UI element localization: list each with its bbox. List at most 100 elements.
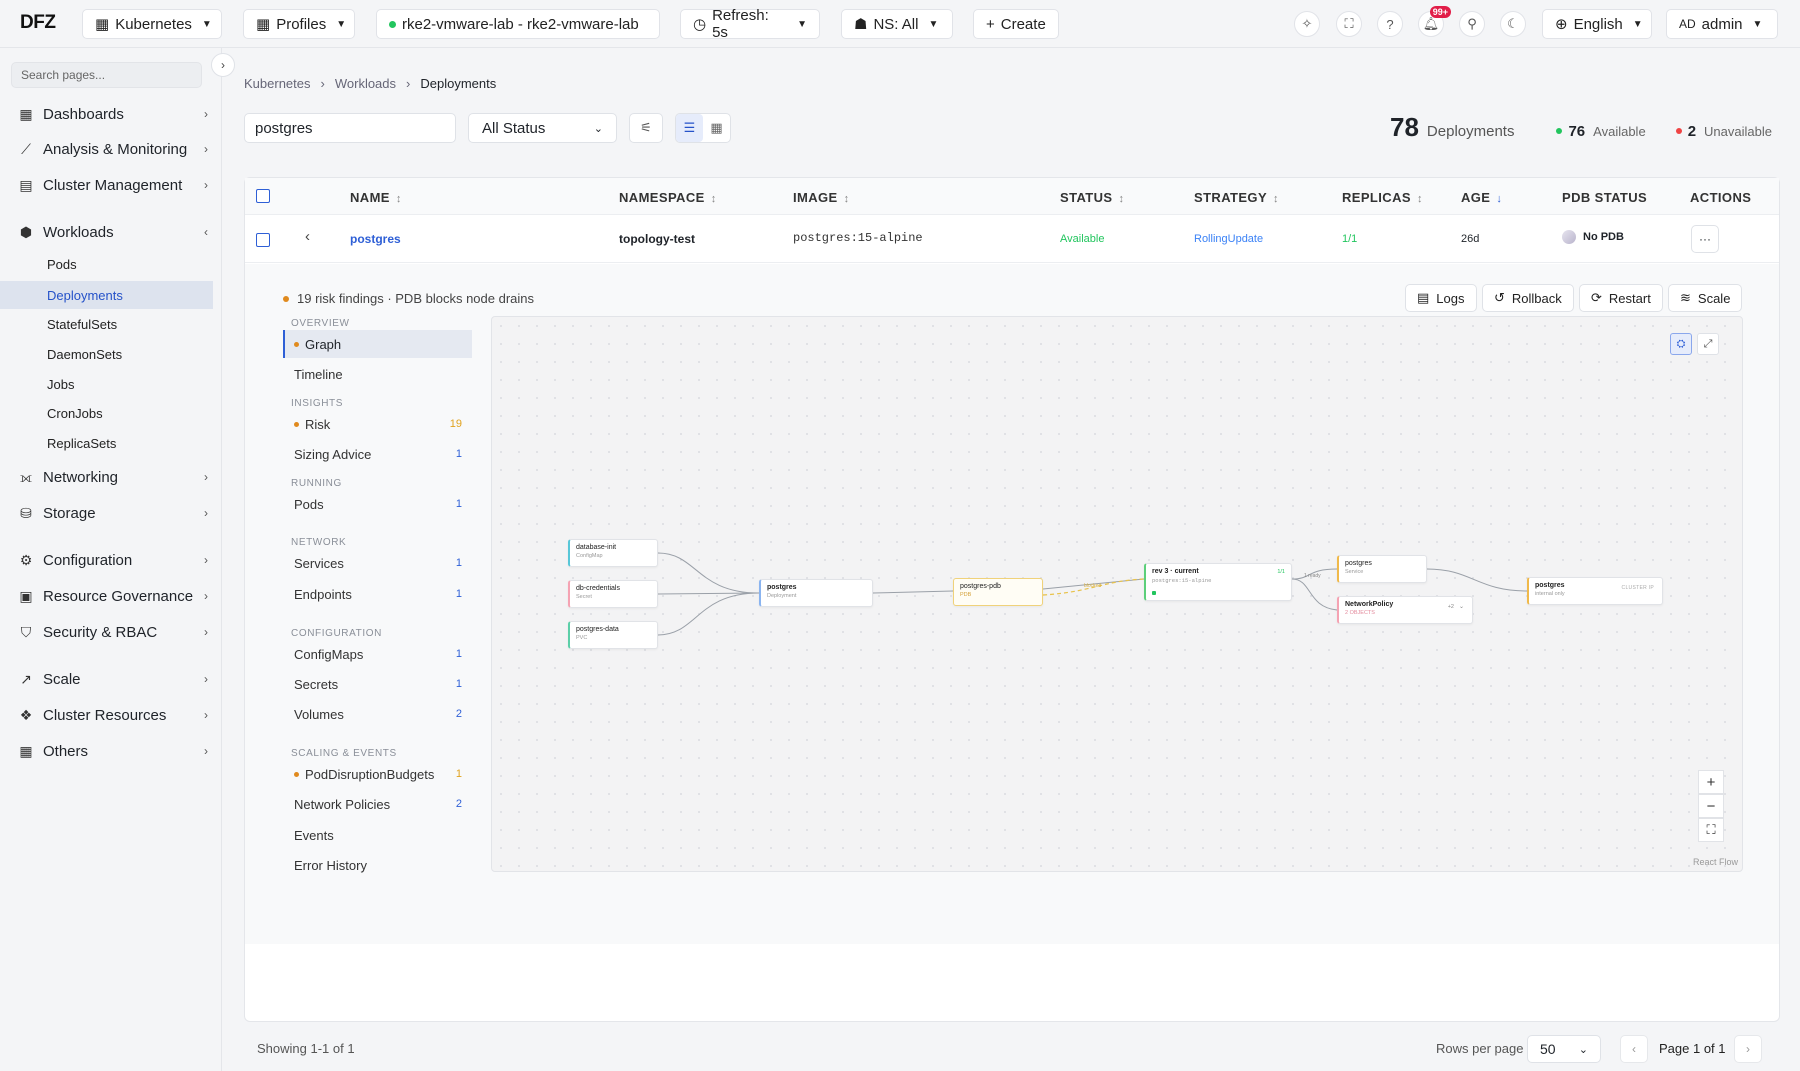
filter-settings-button[interactable]: ⚟ bbox=[629, 113, 663, 143]
detail-tab-error-history[interactable]: Error History bbox=[283, 851, 472, 879]
sidebar-item-jobs[interactable]: Jobs bbox=[0, 370, 213, 398]
sidebar-item-statefulsets[interactable]: StatefulSets bbox=[0, 310, 213, 338]
kubernetes-selector[interactable]: ▦ Kubernetes ▼ bbox=[82, 9, 222, 39]
sidebar-group-others[interactable]: ▦ Others › bbox=[0, 736, 222, 766]
row-checkbox[interactable] bbox=[256, 233, 270, 247]
deployment-name-link[interactable]: postgres bbox=[350, 232, 401, 246]
graph-node-pvc[interactable]: postgres-data PVC bbox=[568, 621, 658, 649]
sidebar-group-resources[interactable]: ❖ Cluster Resources › bbox=[0, 700, 222, 730]
rows-per-page-select[interactable]: 50 ⌄ bbox=[1527, 1035, 1601, 1063]
create-button[interactable]: + Create bbox=[973, 9, 1059, 39]
page-indicator: Page 1 of 1 bbox=[1659, 1041, 1726, 1056]
header-image[interactable]: IMAGE ↕ bbox=[793, 190, 850, 205]
row-actions-menu-button[interactable]: ··· bbox=[1691, 225, 1719, 253]
detail-tab-secrets[interactable]: Secrets 1 bbox=[283, 670, 472, 698]
sidebar-group-governance[interactable]: ▣ Resource Governance › bbox=[0, 581, 222, 611]
detail-tab-volumes[interactable]: Volumes 2 bbox=[283, 700, 472, 728]
react-flow-credit[interactable]: React Flow bbox=[1693, 857, 1738, 867]
refresh-selector[interactable]: ◷ Refresh: 5s ▼ bbox=[680, 7, 820, 41]
notifications-bell-icon[interactable]: 🔔︎ 99+ bbox=[1418, 6, 1451, 37]
zoom-out-button[interactable]: − bbox=[1698, 794, 1724, 818]
detail-tab-network-policies[interactable]: Network Policies 2 bbox=[283, 790, 472, 818]
deployment-search-input[interactable]: postgres bbox=[244, 113, 456, 143]
detail-tab-services[interactable]: Services 1 bbox=[283, 549, 472, 577]
rollback-button[interactable]: ↺ Rollback bbox=[1482, 284, 1574, 312]
header-namespace[interactable]: NAMESPACE ↕ bbox=[619, 190, 717, 205]
total-label: Deployments bbox=[1426, 123, 1515, 140]
graph-node-service[interactable]: postgres Service bbox=[1337, 555, 1427, 583]
sidebar-group-configuration[interactable]: ⚙ Configuration › bbox=[0, 545, 222, 575]
detail-tab-pods[interactable]: Pods 1 bbox=[283, 490, 472, 518]
profiles-selector[interactable]: ▦ Profiles ▼ bbox=[243, 9, 355, 39]
sidebar-toggle-button[interactable]: › bbox=[211, 53, 235, 77]
network-icon: ⟗ bbox=[19, 468, 33, 485]
status-filter-select[interactable]: All Status ⌄ bbox=[468, 113, 617, 143]
detail-tab-pdb[interactable]: PodDisruptionBudgets 1 bbox=[283, 760, 472, 788]
graph-node-pdb[interactable]: postgres-pdb PDB bbox=[953, 578, 1043, 606]
collapse-row-icon[interactable]: ‹ bbox=[305, 228, 310, 245]
table-row[interactable]: ‹ postgres topology-test postgres:15-alp… bbox=[245, 215, 1779, 263]
sidebar-group-scale[interactable]: ↗ Scale › bbox=[0, 664, 222, 694]
sidebar-item-replicasets[interactable]: ReplicaSets bbox=[0, 429, 213, 457]
graph-node-networkpolicy[interactable]: NetworkPolicy 2 OBJECTS +2 ⌄ bbox=[1337, 596, 1473, 624]
logs-button[interactable]: ▤ Logs bbox=[1405, 284, 1477, 312]
pin-icon[interactable]: ⚲ bbox=[1459, 11, 1485, 37]
namespace-selector[interactable]: ☗ NS: All ▼ bbox=[841, 9, 953, 39]
sidebar-group-storage[interactable]: ⛁ Storage › bbox=[0, 498, 222, 528]
caret-down-icon: ▼ bbox=[201, 18, 212, 30]
prev-page-button[interactable]: ‹ bbox=[1620, 1035, 1648, 1063]
help-icon[interactable]: ? bbox=[1377, 11, 1403, 37]
sidebar-item-deployments[interactable]: Deployments bbox=[0, 281, 213, 309]
grid-view-icon[interactable]: ▦ bbox=[703, 114, 730, 142]
cluster-selector[interactable]: rke2-vmware-lab - rke2-vmware-lab bbox=[376, 9, 660, 39]
user-menu[interactable]: AD admin ▼ bbox=[1666, 9, 1778, 39]
sidebar-group-security[interactable]: ⛉ Security & RBAC › bbox=[0, 617, 222, 647]
ai-assistant-icon[interactable]: ✧ bbox=[1294, 11, 1320, 37]
header-name[interactable]: NAME ↕ bbox=[350, 190, 402, 205]
graph-node-deployment[interactable]: postgres Deployment bbox=[759, 579, 873, 607]
detail-tab-endpoints[interactable]: Endpoints 1 bbox=[283, 580, 472, 608]
sidebar-group-analysis[interactable]: ⟋ Analysis & Monitoring › bbox=[0, 134, 222, 164]
graph-node-cluster-service[interactable]: postgres internal only CLUSTER IP bbox=[1527, 577, 1663, 605]
header-strategy[interactable]: STRATEGY ↕ bbox=[1194, 190, 1279, 205]
sidebar-item-daemonsets[interactable]: DaemonSets bbox=[0, 340, 213, 368]
detail-tab-configmaps[interactable]: ConfigMaps 1 bbox=[283, 640, 472, 668]
sidebar-group-workloads[interactable]: ⬢ Workloads ‹ bbox=[0, 217, 222, 247]
breadcrumb-kubernetes[interactable]: Kubernetes bbox=[244, 76, 311, 91]
list-view-icon[interactable]: ☰ bbox=[676, 114, 703, 142]
graph-expand-icon[interactable]: ⤢ bbox=[1697, 333, 1719, 355]
detail-tab-events[interactable]: Events bbox=[283, 821, 472, 849]
detail-tab-sizing-advice[interactable]: Sizing Advice 1 bbox=[283, 440, 472, 468]
sidebar-group-cluster[interactable]: ▤ Cluster Management › bbox=[0, 170, 222, 200]
sidebar-search-input[interactable]: Search pages... bbox=[11, 62, 202, 88]
screenshot-icon[interactable]: ⛶ bbox=[1336, 11, 1362, 37]
grid-icon: ▦ bbox=[95, 16, 110, 33]
zoom-in-button[interactable]: + bbox=[1698, 770, 1724, 794]
sidebar-item-pods[interactable]: Pods bbox=[0, 250, 213, 278]
detail-tab-graph[interactable]: Graph bbox=[283, 330, 472, 358]
restart-button[interactable]: ⟳ Restart bbox=[1579, 284, 1663, 312]
theme-moon-icon[interactable]: ☾ bbox=[1500, 11, 1526, 37]
graph-layout-icon[interactable]: ⛭ bbox=[1670, 333, 1692, 355]
graph-node-revision[interactable]: rev 3 · current postgres:15-alpine 1/1 bbox=[1144, 563, 1292, 601]
scale-button[interactable]: ≋ Scale bbox=[1668, 284, 1743, 312]
sidebar-group-dashboards[interactable]: ▦ Dashboards › bbox=[0, 99, 222, 129]
top-bar: DFZ ▦ Kubernetes ▼ ▦ Profiles ▼ rke2-vmw… bbox=[0, 0, 1800, 48]
sidebar-group-networking[interactable]: ⟗ Networking › bbox=[0, 462, 222, 492]
topology-graph-canvas[interactable]: database-init ConfigMap db-credentials Sec… bbox=[491, 316, 1743, 872]
detail-tab-risk[interactable]: Risk 19 bbox=[283, 410, 472, 438]
header-age[interactable]: AGE ↓ bbox=[1461, 190, 1502, 205]
graph-node-secret[interactable]: db-credentials Secret bbox=[568, 580, 658, 608]
graph-node-configmap[interactable]: database-init ConfigMap bbox=[568, 539, 658, 567]
chevron-down-icon: ‹ bbox=[204, 225, 208, 239]
select-all-checkbox[interactable] bbox=[256, 189, 270, 203]
header-status[interactable]: STATUS ↕ bbox=[1060, 190, 1124, 205]
app-logo[interactable]: DFZ bbox=[20, 12, 56, 34]
header-replicas[interactable]: REPLICAS ↕ bbox=[1342, 190, 1423, 205]
language-selector[interactable]: ⊕ English ▼ bbox=[1542, 9, 1652, 39]
sidebar-item-cronjobs[interactable]: CronJobs bbox=[0, 399, 213, 427]
breadcrumb-workloads[interactable]: Workloads bbox=[335, 76, 396, 91]
next-page-button[interactable]: › bbox=[1734, 1035, 1762, 1063]
fit-view-button[interactable]: ⛶ bbox=[1698, 818, 1724, 842]
detail-tab-timeline[interactable]: Timeline bbox=[283, 360, 472, 388]
